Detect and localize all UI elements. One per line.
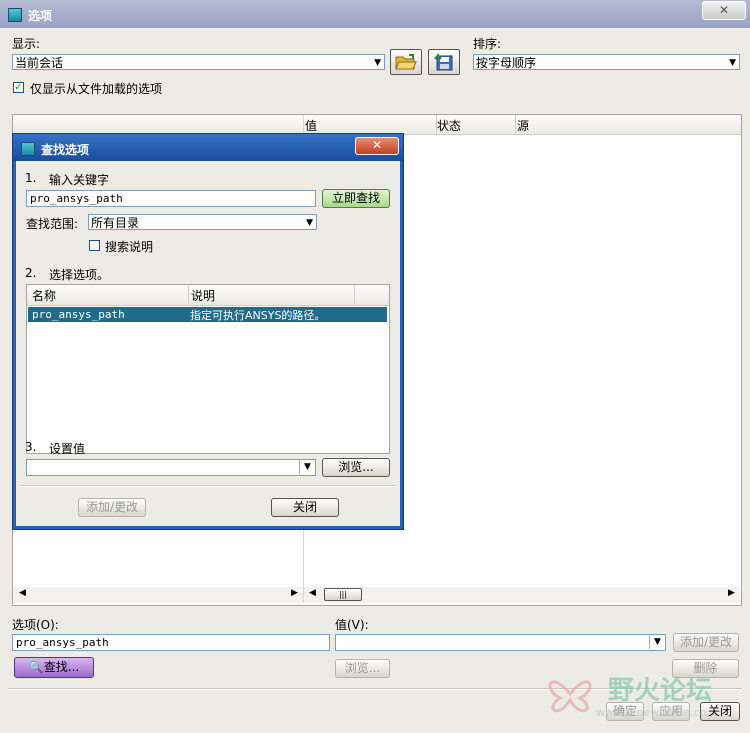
search-icon: 🔍 xyxy=(28,660,44,674)
watermark-url: www.proewildfire.cn xyxy=(596,706,707,719)
value-select[interactable]: ▼ xyxy=(335,634,666,651)
dialog-browse-button[interactable]: 浏览... xyxy=(322,458,390,477)
scope-value: 所有目录 xyxy=(91,216,140,230)
scroll-right-icon[interactable]: ▶ xyxy=(728,588,735,598)
dialog-separator xyxy=(20,485,396,487)
dialog-close-button[interactable]: 关闭 xyxy=(271,498,339,517)
find-button-label: 查找... xyxy=(43,660,80,674)
sort-value: 按字母顺序 xyxy=(476,56,537,70)
browse-button[interactable]: 浏览... xyxy=(335,659,390,678)
sort-select[interactable]: 按字母顺序 ▼ xyxy=(473,54,740,70)
set-value-select[interactable]: ▼ xyxy=(26,459,316,476)
watermark-text: 野火论坛 xyxy=(608,676,713,706)
column-name[interactable]: 名称 xyxy=(32,287,56,304)
show-loaded-label: 仅显示从文件加载的选项 xyxy=(30,82,163,96)
find-option-dialog: 查找选项 ✕ 1. 输入关键字 pro_ansys_path 立即查找 查找范围… xyxy=(12,133,404,530)
chevron-down-icon: ▼ xyxy=(649,635,665,649)
display-select[interactable]: 当前会话 ▼ xyxy=(12,54,385,70)
scroll-left-icon[interactable]: ◀ xyxy=(309,588,316,598)
list-item[interactable]: pro_ansys_path 指定可执行ANSYS的路径。 xyxy=(28,307,387,322)
open-folder-button[interactable] xyxy=(390,49,422,75)
dialog-app-icon xyxy=(21,142,35,156)
step2-label: 选择选项。 xyxy=(49,268,110,282)
step2-number: 2. xyxy=(25,266,37,280)
add-change-button[interactable]: 添加/更改 xyxy=(673,633,739,652)
display-label: 显示: xyxy=(12,37,41,51)
scope-label: 查找范围: xyxy=(26,217,79,231)
step3-number: 3. xyxy=(25,440,37,454)
window-title-bar: 选项 ✕ xyxy=(0,0,750,28)
butterfly-logo-icon xyxy=(548,680,592,713)
search-description-label: 搜索说明 xyxy=(105,240,154,254)
option-label: 选项(O): xyxy=(12,618,59,632)
dialog-add-change-button[interactable]: 添加/更改 xyxy=(78,498,146,517)
watermark-logo xyxy=(540,664,600,724)
value-label: 值(V): xyxy=(335,618,369,632)
column-divider xyxy=(515,115,516,134)
show-loaded-checkbox[interactable]: ✓ xyxy=(13,82,24,93)
left-horizontal-scrollbar[interactable]: ◀ ▶ xyxy=(13,587,303,603)
chevron-down-icon: ▼ xyxy=(306,218,313,228)
scroll-left-icon[interactable]: ◀ xyxy=(19,588,26,598)
save-config-button[interactable] xyxy=(428,49,460,75)
column-source[interactable]: 源 xyxy=(517,117,529,134)
column-divider xyxy=(436,115,437,134)
dialog-close-icon[interactable]: ✕ xyxy=(355,137,399,155)
window-title: 选项 xyxy=(28,9,53,23)
column-divider xyxy=(354,285,355,305)
search-description-checkbox[interactable] xyxy=(89,240,100,251)
options-result-list: 名称 说明 pro_ansys_path 指定可执行ANSYS的路径。 xyxy=(26,284,390,454)
window-close-button[interactable]: ✕ xyxy=(702,1,746,20)
scope-select[interactable]: 所有目录 ▼ xyxy=(88,214,317,230)
save-disk-icon xyxy=(434,53,453,71)
column-value[interactable]: 值 xyxy=(305,117,317,134)
search-now-button[interactable]: 立即查找 xyxy=(322,189,390,208)
app-icon xyxy=(8,8,22,22)
column-status[interactable]: 状态 xyxy=(437,117,461,134)
chevron-down-icon: ▼ xyxy=(374,58,381,68)
list-item-name: pro_ansys_path xyxy=(32,308,125,321)
scroll-right-icon[interactable]: ▶ xyxy=(291,588,298,598)
right-horizontal-scrollbar[interactable]: ◀ ||| ▶ xyxy=(304,587,740,603)
find-button[interactable]: 🔍查找... xyxy=(14,657,94,678)
dialog-title: 查找选项 xyxy=(41,143,90,157)
list-item-description: 指定可执行ANSYS的路径。 xyxy=(190,309,326,322)
step1-label: 输入关键字 xyxy=(49,173,110,187)
sort-label: 排序: xyxy=(473,37,502,51)
options-table-header: 值 状态 源 xyxy=(13,115,741,135)
chevron-down-icon: ▼ xyxy=(299,460,315,474)
folder-open-icon xyxy=(395,54,417,70)
scroll-thumb[interactable]: ||| xyxy=(324,588,362,601)
result-list-header: 名称 说明 xyxy=(27,285,389,306)
chevron-down-icon: ▼ xyxy=(729,58,736,68)
dialog-title-bar: 查找选项 ✕ xyxy=(13,134,403,161)
keyword-input[interactable]: pro_ansys_path xyxy=(26,190,316,207)
column-description[interactable]: 说明 xyxy=(191,287,215,304)
option-input[interactable]: pro_ansys_path xyxy=(12,634,330,651)
step3-label: 设置值 xyxy=(49,442,86,456)
column-divider xyxy=(188,285,189,305)
display-value: 当前会话 xyxy=(15,56,64,70)
step1-number: 1. xyxy=(25,171,37,185)
dialog-body: 1. 输入关键字 pro_ansys_path 立即查找 查找范围: 所有目录 … xyxy=(16,161,400,526)
